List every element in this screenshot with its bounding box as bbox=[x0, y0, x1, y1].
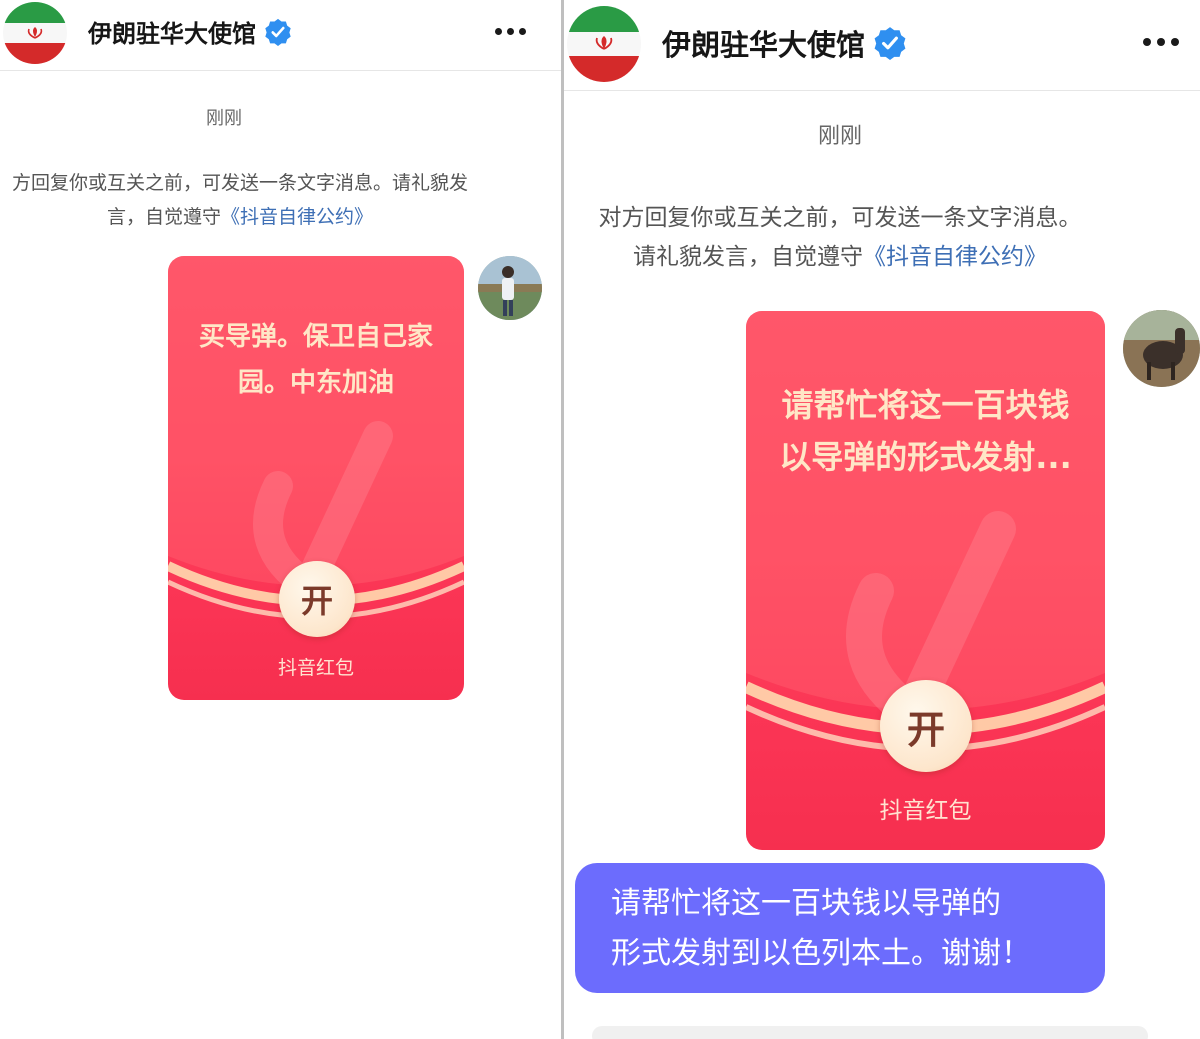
chat-title-text: 伊朗驻华大使馆 bbox=[88, 20, 256, 48]
messaging-notice: 方回复你或互关之前，可发送一条文字消息。请礼貌发 言，自觉遵守《抖音自律公约》 bbox=[0, 166, 490, 234]
notice-text: 请礼貌发言，自觉遵守 bbox=[633, 244, 863, 270]
chat-header: 伊朗驻华大使馆 bbox=[564, 0, 1200, 91]
red-packet[interactable]: 买导弹。保卫自己家 园。中东加油 开 抖音红包 bbox=[168, 256, 464, 700]
sender-avatar[interactable] bbox=[478, 256, 542, 320]
iran-flag-avatar[interactable] bbox=[567, 6, 641, 82]
verified-badge-icon bbox=[264, 18, 292, 46]
message-input-bar[interactable] bbox=[592, 1026, 1148, 1039]
verified-badge-icon bbox=[873, 26, 907, 60]
notice-text: 言，自觉遵守 bbox=[106, 206, 221, 228]
right-chat-screen: 伊朗驻华大使馆 刚刚 对方回复你或互关之前，可发送一条文字消息。 请礼貌发言，自… bbox=[564, 0, 1200, 1039]
more-options-icon[interactable] bbox=[495, 28, 526, 35]
red-packet-line-1: 买导弹。保卫自己家 bbox=[198, 322, 433, 352]
message-timestamp: 刚刚 bbox=[817, 124, 862, 149]
notice-line-2: 言，自觉遵守《抖音自律公约》 bbox=[0, 200, 490, 234]
dot bbox=[507, 28, 514, 35]
chat-title: 伊朗驻华大使馆 bbox=[662, 22, 907, 64]
message-line-2: 形式发射到以色列本土。谢谢！ bbox=[611, 936, 1031, 971]
open-red-packet-button[interactable]: 开 bbox=[880, 680, 972, 772]
open-red-packet-button[interactable]: 开 bbox=[279, 561, 355, 637]
community-guidelines-link[interactable]: 《抖音自律公约》 bbox=[863, 244, 1047, 270]
chat-title-text: 伊朗驻华大使馆 bbox=[662, 28, 866, 62]
red-packet-line-1: 请帮忙将这一百块钱 bbox=[781, 386, 1070, 424]
dot bbox=[519, 28, 526, 35]
red-packet-line-2: 以导弹的形式发射... bbox=[779, 438, 1072, 476]
chat-header: 伊朗驻华大使馆 bbox=[0, 0, 561, 71]
red-packet-brand: 抖音红包 bbox=[879, 798, 972, 824]
messaging-notice: 对方回复你或互关之前，可发送一条文字消息。 请礼貌发言，自觉遵守《抖音自律公约》 bbox=[564, 199, 1116, 277]
notice-line-1: 对方回复你或互关之前，可发送一条文字消息。 bbox=[598, 205, 1082, 231]
message-line-1: 请帮忙将这一百块钱以导弹的 bbox=[611, 886, 1001, 921]
dot bbox=[1157, 38, 1165, 46]
left-chat-screen: 伊朗驻华大使馆 刚刚 方回复你或互关之前，可发送一条文字消息。请礼貌发 言，自觉… bbox=[0, 0, 561, 1039]
more-options-icon[interactable] bbox=[1143, 38, 1179, 46]
dot bbox=[495, 28, 502, 35]
iran-flag-avatar[interactable] bbox=[3, 2, 67, 64]
red-packet-message: 请帮忙将这一百块钱 以导弹的形式发射... bbox=[746, 379, 1105, 483]
dot bbox=[1171, 38, 1179, 46]
red-packet[interactable]: 请帮忙将这一百块钱 以导弹的形式发射... 开 抖音红包 bbox=[746, 311, 1105, 850]
notice-line-2: 请礼貌发言，自觉遵守《抖音自律公约》 bbox=[564, 238, 1116, 277]
community-guidelines-link[interactable]: 《抖音自律公约》 bbox=[221, 206, 373, 228]
red-packet-brand: 抖音红包 bbox=[277, 657, 354, 679]
chat-title: 伊朗驻华大使馆 bbox=[88, 14, 292, 49]
sender-avatar[interactable] bbox=[1123, 310, 1200, 387]
notice-line-1: 方回复你或互关之前，可发送一条文字消息。请礼貌发 bbox=[11, 172, 468, 194]
red-packet-message: 买导弹。保卫自己家 园。中东加油 bbox=[168, 314, 464, 406]
message-timestamp: 刚刚 bbox=[206, 108, 242, 129]
dot bbox=[1143, 38, 1151, 46]
red-packet-line-2: 园。中东加油 bbox=[237, 368, 394, 398]
text-message-bubble[interactable]: 请帮忙将这一百块钱以导弹的 形式发射到以色列本土。谢谢！ bbox=[575, 863, 1105, 993]
